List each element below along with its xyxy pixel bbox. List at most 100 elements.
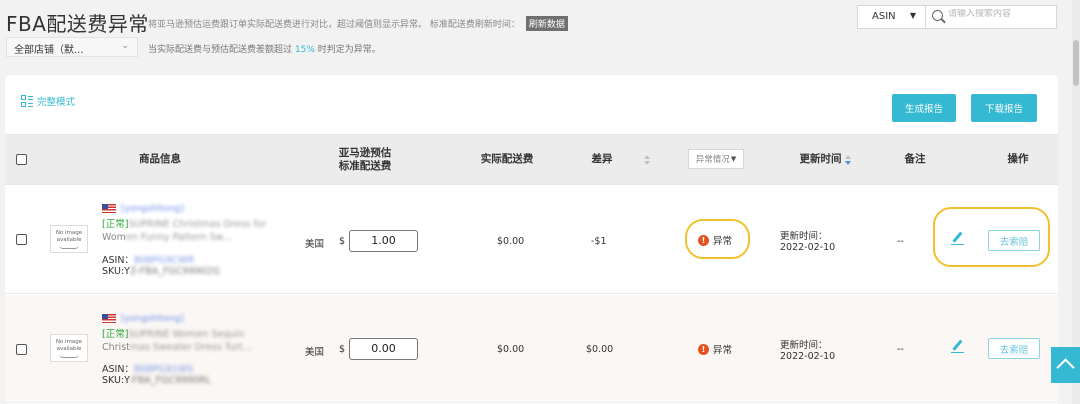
- caret-down-icon: ▼: [909, 11, 916, 20]
- col-estimated-line2: 标准配送费: [338, 159, 392, 172]
- asin-label: ASIN：: [102, 255, 134, 266]
- currency: $: [339, 344, 346, 355]
- edit-icon[interactable]: [951, 340, 964, 353]
- estimated-fee-input[interactable]: 0.00: [349, 338, 418, 360]
- scrollbar-thumb[interactable]: [1073, 40, 1079, 86]
- search-box: ASIN ▼: [857, 5, 1057, 29]
- no-image-available-text: available: [56, 237, 82, 243]
- row-checkbox[interactable]: [16, 344, 27, 355]
- sku-value: Z-FBA_FGC99902G: [129, 266, 221, 277]
- col-actual-fee: 实际配送费: [480, 153, 534, 165]
- sort-icon: [844, 154, 851, 166]
- title-blurred: SUPRINE Women Sequin: [128, 329, 245, 340]
- title-visible: Wom: [102, 232, 126, 243]
- asin-label: ASIN：: [102, 364, 134, 375]
- estimated-fee-input[interactable]: 1.00: [349, 230, 418, 252]
- search-type-select[interactable]: ASIN ▼: [858, 6, 926, 28]
- us-flag-icon: [102, 314, 116, 323]
- product-title[interactable]: [正常]SUPRINE Christmas Dress for Women Fu…: [102, 218, 292, 244]
- status-tag: [正常]: [102, 219, 129, 230]
- country: 美国: [305, 239, 325, 250]
- amazon-smile-icon: [59, 245, 79, 249]
- country: 美国: [305, 347, 325, 358]
- product-title[interactable]: [正常]SUPRINE Women Sequin Christmas Sweat…: [102, 328, 292, 354]
- description-text: 将亚马逊预估运费跟订单实际配送费进行对比，超过阈值则显示异常。 标准配送费刷新时…: [148, 20, 520, 30]
- no-image-available-text: available: [56, 346, 82, 352]
- asin-line: ASIN：B08PG91WS: [102, 361, 193, 375]
- col-diff: 差异: [591, 153, 613, 165]
- table-header: 商品信息 亚马逊预估 标准配送费 实际配送费 差异 异常情况 ▼ 更新时间 备注 …: [5, 134, 1058, 185]
- list-mode-icon: [21, 95, 33, 107]
- product-image-placeholder: No image available: [50, 225, 88, 253]
- col-updated-label: 更新时间: [799, 153, 842, 165]
- fee-diff: $0.00: [586, 344, 614, 355]
- asin-value[interactable]: B08PG91WS: [134, 364, 193, 375]
- page-description: 将亚马逊预估运费跟订单实际配送费进行对比，超过阈值则显示异常。 标准配送费刷新时…: [148, 16, 568, 31]
- status-filter-select[interactable]: 异常情况 ▼: [688, 149, 744, 169]
- no-image-text: No image: [55, 230, 83, 236]
- asin-line: ASIN：B08PG9CWR: [102, 252, 194, 266]
- sku-line: SKU:Y-FBA_FGC9990RL: [102, 375, 211, 386]
- sku-label: SKU:Y: [102, 266, 130, 277]
- updated-date: 2022-02-10: [780, 242, 836, 253]
- status-tag: [正常]: [102, 329, 129, 340]
- generate-report-button[interactable]: 生成报告: [892, 94, 956, 122]
- store-select-value: 全部店铺（默...: [14, 45, 84, 56]
- amazon-smile-icon: [59, 354, 79, 358]
- download-report-button[interactable]: 下载报告: [971, 94, 1037, 122]
- status-abnormal: ! 异常: [698, 342, 732, 356]
- page-scrollbar[interactable]: [1072, 0, 1080, 404]
- chevron-down-icon: ⌄: [121, 41, 129, 51]
- currency: $: [339, 236, 346, 247]
- claim-button[interactable]: 去索赔: [988, 338, 1040, 359]
- actual-fee: $0.00: [497, 236, 525, 247]
- back-to-top-button[interactable]: [1051, 347, 1080, 383]
- notes: --: [897, 236, 904, 247]
- store-select[interactable]: 全部店铺（默... ⌄: [6, 37, 138, 57]
- table-row: No image available [yongshitong] [正常]SUP…: [5, 186, 1058, 294]
- fee-diff: -$1: [591, 236, 607, 247]
- table-row: No image available [yongshitong] [正常]SUP…: [5, 295, 1058, 403]
- col-product: 商品信息: [139, 153, 181, 165]
- col-updated[interactable]: 更新时间: [780, 135, 870, 184]
- updated-date: 2022-02-10: [780, 351, 836, 362]
- refresh-data-button[interactable]: 刷新数据: [525, 16, 568, 31]
- search-input-wrap: [926, 6, 1056, 28]
- no-image-text: No image: [55, 339, 83, 345]
- title-visible: Christ: [102, 342, 130, 353]
- updated-label: 更新时间：: [780, 340, 828, 351]
- title-blurred-2: en Funny Pattern Sw...: [125, 232, 232, 243]
- threshold-percent: 15%: [294, 45, 315, 55]
- row-checkbox[interactable]: [16, 234, 27, 245]
- diff-sort[interactable]: [635, 135, 655, 184]
- store-name[interactable]: [yongshitong]: [121, 314, 184, 324]
- threshold-suffix: 时判定为异常。: [317, 45, 381, 55]
- sku-value: -FBA_FGC9990RL: [128, 375, 212, 386]
- col-actions: 操作: [1007, 153, 1029, 165]
- sort-icon: [643, 154, 650, 166]
- search-icon[interactable]: [932, 10, 943, 21]
- search-type-value: ASIN: [872, 11, 896, 22]
- col-estimated-line1: 亚马逊预估: [338, 146, 392, 159]
- full-mode-toggle[interactable]: 完整模式: [21, 94, 75, 108]
- us-flag-icon: [102, 204, 116, 213]
- sku-line: SKU:YZ-FBA_FGC99902G: [102, 266, 220, 277]
- col-notes: 备注: [904, 153, 926, 165]
- select-all-checkbox[interactable]: [16, 154, 27, 165]
- search-input[interactable]: [948, 9, 1048, 19]
- title-blurred-2: mas Sweater Dress Turt...: [129, 342, 252, 353]
- alert-icon: !: [698, 343, 709, 355]
- asin-value[interactable]: B08PG9CWR: [134, 255, 194, 266]
- status-filter-label: 异常情况: [695, 155, 730, 165]
- status-text: 异常: [713, 345, 733, 356]
- actual-fee: $0.00: [497, 344, 525, 355]
- threshold-note: 当实际配送费与预估配送费差额超过 15% 时判定为异常。: [148, 42, 381, 55]
- caret-down-icon: ▼: [730, 155, 737, 163]
- threshold-prefix: 当实际配送费与预估配送费差额超过: [148, 45, 293, 55]
- store-name[interactable]: [yongshitong]: [121, 204, 184, 214]
- title-blurred: SUPRINE Christmas Dress for: [128, 219, 267, 230]
- updated-label: 更新时间：: [780, 231, 828, 242]
- highlight-ring-actions: [933, 207, 1050, 267]
- results-card: 完整模式 生成报告 下载报告 商品信息 亚马逊预估 标准配送费 实际配送费 差异…: [5, 75, 1058, 404]
- notes: --: [897, 344, 904, 355]
